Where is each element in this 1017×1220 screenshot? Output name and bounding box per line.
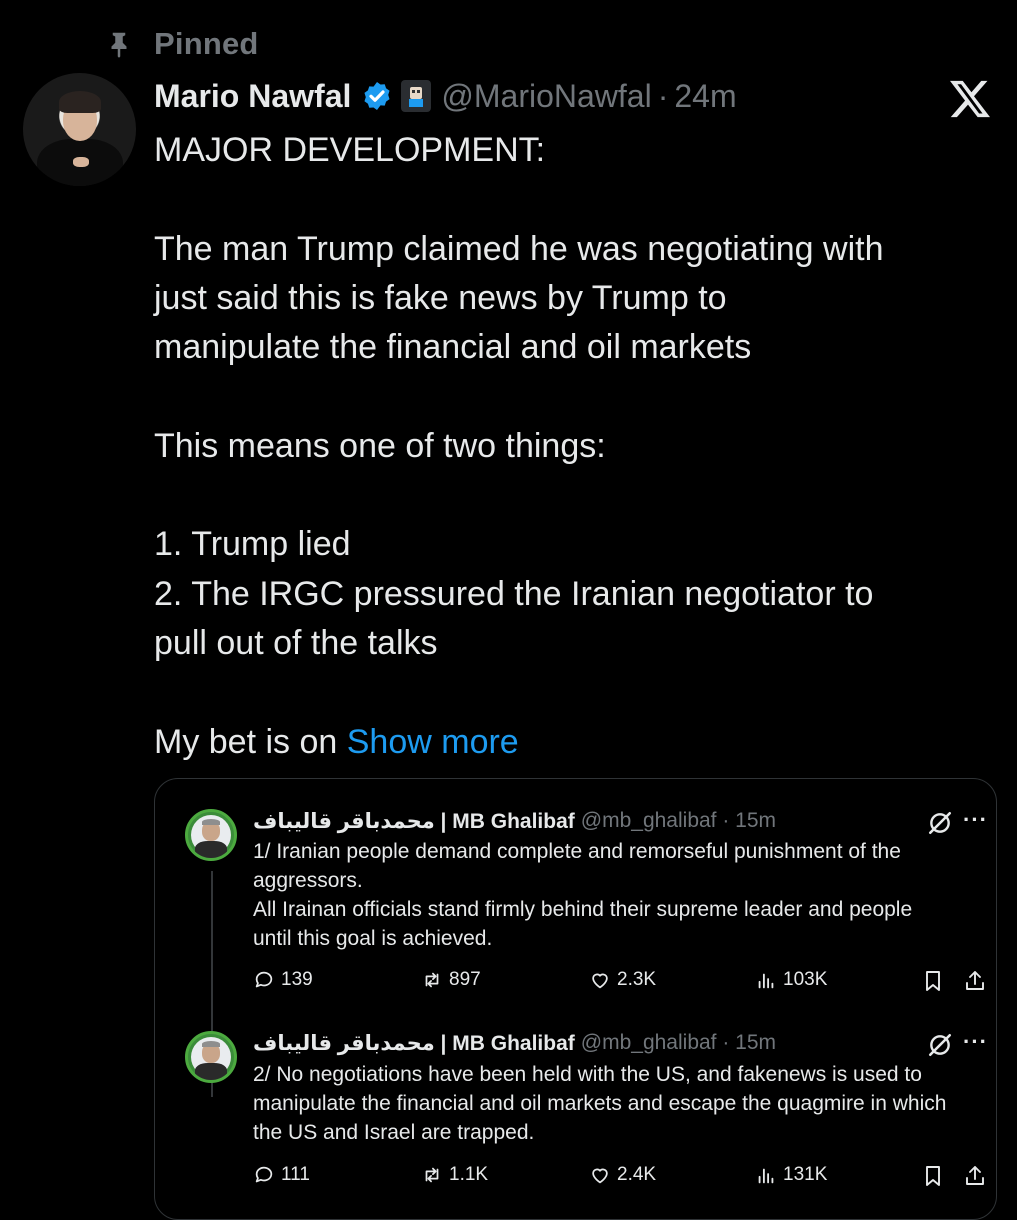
post-header: Mario Nawfal @MarioNawfal · 24m	[154, 74, 737, 118]
quoted-text-line: until this goal is achieved.	[253, 927, 493, 950]
heart-icon	[592, 1168, 608, 1184]
author-name[interactable]: Mario Nawfal	[154, 78, 351, 115]
show-more-link[interactable]: Show more	[347, 723, 519, 761]
verified-badge-icon[interactable]	[361, 80, 393, 112]
post-text-line: The man Trump claimed he was negotiating…	[154, 229, 884, 268]
reply-count: 111	[281, 1164, 310, 1185]
separator-dot: ·	[657, 77, 669, 114]
views-icon	[758, 973, 774, 989]
post-text-line: just said this is fake news by Trump to	[154, 278, 727, 317]
post-text-line: MAJOR DEVELOPMENT:	[154, 131, 546, 169]
pin-icon	[111, 32, 127, 58]
post-text-fragment: My bet is on	[154, 722, 347, 761]
quoted-tweet-text: 1/ Iranian people demand complete and re…	[253, 837, 983, 953]
grok-icon[interactable]	[927, 810, 953, 836]
repost-icon	[425, 1167, 439, 1183]
affiliate-badge-icon[interactable]	[401, 80, 432, 112]
like-count: 2.3K	[617, 969, 657, 990]
pinned-label: Pinned	[154, 26, 259, 61]
quoted-author-handle[interactable]: @mb_ghalibaf · 15m	[581, 809, 776, 833]
post-text-line: pull out of the talks	[154, 623, 438, 662]
views-button[interactable]: 103K	[755, 969, 827, 991]
share-icon[interactable]	[963, 969, 987, 993]
heart-icon	[592, 973, 608, 989]
quoted-text-line: All Irainan officials stand firmly behin…	[253, 898, 913, 921]
bookmark-icon[interactable]	[921, 1164, 945, 1188]
quoted-thread-card[interactable]: محمدباقر قالیباف | MB Ghalibaf @mb_ghali…	[154, 778, 997, 1220]
quoted-text-line: the US and Israel are trapped.	[253, 1121, 535, 1144]
views-icon	[758, 1168, 774, 1184]
author-handle[interactable]: @MarioNawfal	[441, 78, 651, 115]
quoted-author-avatar[interactable]	[185, 1031, 237, 1083]
quoted-author-avatar[interactable]	[185, 809, 237, 861]
quoted-tweet-actions: 139 897 2.3K 103K	[253, 969, 993, 997]
repost-icon	[425, 972, 439, 988]
post-text-line: 2. The IRGC pressured the Iranian negoti…	[154, 574, 874, 613]
post-text: MAJOR DEVELOPMENT: The man Trump claimed…	[154, 126, 994, 767]
bookmark-icon[interactable]	[921, 969, 945, 993]
reply-icon	[255, 971, 273, 988]
x-logo-icon	[950, 80, 990, 118]
repost-button[interactable]: 1.1K	[421, 1164, 488, 1186]
quoted-author-name[interactable]: محمدباقر قالیباف | MB Ghalibaf	[253, 1031, 575, 1056]
views-button[interactable]: 131K	[755, 1164, 827, 1186]
like-count: 2.4K	[617, 1164, 657, 1185]
post-text-line: This means one of two things:	[154, 426, 606, 465]
repost-button[interactable]: 897	[421, 969, 481, 991]
grok-icon[interactable]	[927, 1032, 953, 1058]
like-button[interactable]: 2.3K	[589, 969, 656, 991]
views-count: 131K	[783, 1164, 828, 1185]
reply-icon	[255, 1166, 273, 1183]
like-button[interactable]: 2.4K	[589, 1164, 656, 1186]
post-text-line: manipulate the financial and oil markets	[154, 328, 752, 367]
post-text-last-line: My bet is on Show more	[154, 718, 994, 767]
quoted-author-handle[interactable]: @mb_ghalibaf · 15m	[581, 1031, 776, 1055]
post-text-line: 1. Trump lied	[154, 525, 351, 564]
quoted-tweet-header: محمدباقر قالیباف | MB Ghalibaf @mb_ghali…	[253, 1028, 776, 1058]
quoted-text-line: 1/ Iranian people demand complete and re…	[253, 840, 901, 863]
quoted-tweet-header: محمدباقر قالیباف | MB Ghalibaf @mb_ghali…	[253, 806, 776, 836]
quoted-text-line: aggressors.	[253, 869, 363, 892]
quoted-author-name[interactable]: محمدباقر قالیباف | MB Ghalibaf	[253, 809, 575, 834]
repost-count: 897	[449, 969, 481, 990]
reply-count: 139	[281, 969, 313, 990]
quoted-tweet-actions: 111 1.1K 2.4K 131K	[253, 1164, 993, 1192]
pinned-indicator: Pinned	[104, 26, 259, 62]
share-icon[interactable]	[963, 1164, 987, 1188]
repost-count: 1.1K	[449, 1164, 489, 1185]
reply-button[interactable]: 139	[253, 969, 313, 991]
more-options-icon[interactable]: ···	[963, 807, 988, 833]
quoted-text-line: manipulate the financial and oil markets…	[253, 1092, 947, 1115]
post-timestamp[interactable]: 24m	[674, 78, 736, 115]
views-count: 103K	[783, 969, 828, 990]
reply-button[interactable]: 111	[253, 1164, 310, 1186]
more-options-icon[interactable]: ···	[963, 1029, 988, 1055]
quoted-tweet-text: 2/ No negotiations have been held with t…	[253, 1060, 983, 1147]
author-avatar[interactable]	[23, 73, 136, 186]
quoted-text-line: 2/ No negotiations have been held with t…	[253, 1063, 922, 1086]
